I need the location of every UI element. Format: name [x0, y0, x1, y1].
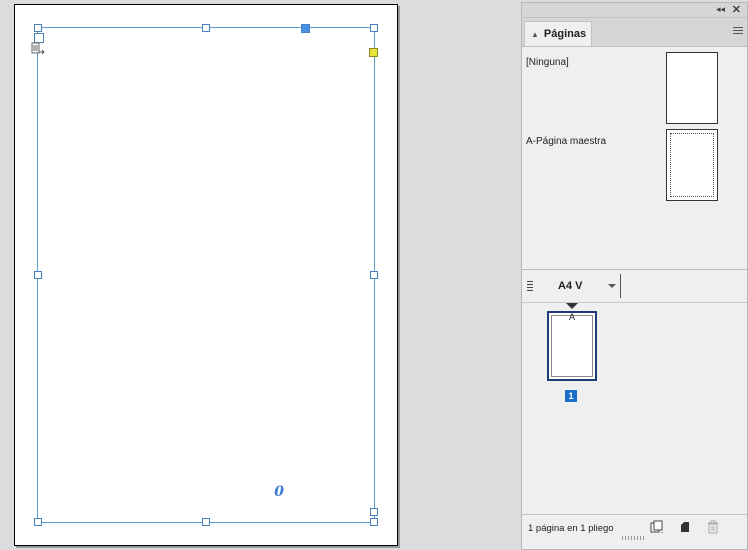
master-item-none[interactable]: [Ninguna]: [526, 57, 569, 68]
master-none-thumbnail[interactable]: [666, 52, 718, 124]
page-master-prefix: A: [568, 312, 575, 322]
divider: [620, 274, 621, 298]
panel-tabbar: ▲︎ Páginas: [522, 18, 747, 47]
panel-status-bar: 1 página en 1 pliego: [522, 514, 747, 541]
trash-icon[interactable]: [706, 520, 720, 534]
out-port[interactable]: [370, 508, 378, 516]
pages-panel: ◂◂ ✕ ▲︎ Páginas [Ninguna] A-Página maest…: [521, 2, 748, 550]
handle-top-center[interactable]: [202, 24, 210, 32]
text-thread-icon: [31, 42, 45, 55]
page-size-label[interactable]: A4 V: [558, 280, 582, 292]
master-item-a[interactable]: A-Página maestra: [526, 136, 606, 147]
page-thumbnail-inner: [551, 315, 593, 377]
master-a-label: A-Página maestra: [526, 136, 607, 147]
master-none-label: [Ninguna]: [526, 57, 569, 68]
tab-pages[interactable]: ▲︎ Páginas: [524, 21, 592, 46]
edit-page-size-icon[interactable]: [650, 520, 664, 534]
collapse-panel-icon[interactable]: ◂◂: [716, 4, 725, 15]
live-corner-handle[interactable]: [369, 48, 378, 57]
handle-bottom-center[interactable]: [202, 518, 210, 526]
page-size-row: A4 V: [522, 270, 747, 303]
handle-bottom-left[interactable]: [34, 518, 42, 526]
panel-title-strip: ◂◂ ✕: [522, 3, 747, 18]
list-view-icon[interactable]: [527, 281, 533, 293]
chevron-down-icon[interactable]: [608, 284, 616, 288]
handle-top-left[interactable]: [34, 24, 42, 32]
handle-top-right[interactable]: [370, 24, 378, 32]
handle-middle-left[interactable]: [34, 271, 42, 279]
tab-pages-label: Páginas: [543, 28, 587, 40]
pages-section: A 1: [522, 303, 747, 515]
master-a-thumbnail[interactable]: [666, 129, 718, 201]
masters-section: [Ninguna] A-Página maestra: [522, 47, 747, 270]
document-canvas[interactable]: 0: [0, 0, 520, 550]
page-number-badge[interactable]: 1: [565, 390, 577, 402]
handle-top-selected[interactable]: [301, 24, 310, 33]
panel-menu-icon[interactable]: [733, 27, 743, 35]
text-frame[interactable]: 0: [31, 24, 378, 526]
overset-indicator[interactable]: 0: [274, 484, 284, 500]
handle-bottom-right[interactable]: [370, 518, 378, 526]
page-thumbnail[interactable]: A: [547, 311, 597, 381]
close-panel-icon[interactable]: ✕: [732, 3, 741, 16]
new-page-icon[interactable]: [678, 520, 692, 534]
resize-grip[interactable]: [622, 536, 644, 540]
status-text: 1 página en 1 pliego: [528, 523, 614, 534]
up-down-arrows-icon: ▲︎: [531, 29, 539, 39]
handle-middle-right[interactable]: [370, 271, 378, 279]
page-pointer-icon: [566, 303, 578, 309]
document-page[interactable]: 0: [14, 4, 398, 546]
